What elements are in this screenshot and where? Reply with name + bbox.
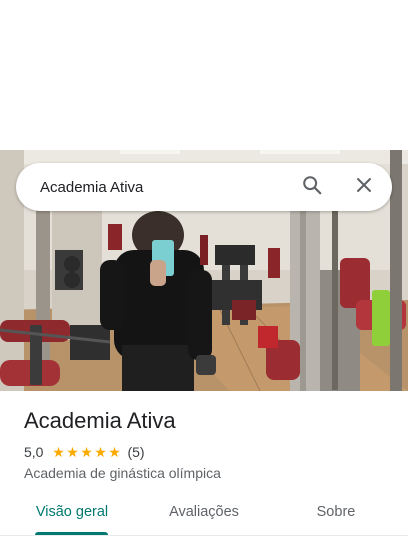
star-icon: ★: [66, 443, 79, 460]
place-title: Academia Ativa: [24, 408, 176, 433]
star-icon: ★: [108, 443, 121, 460]
star-icon: ★: [94, 443, 107, 460]
tab-overview[interactable]: Visão geral: [28, 494, 116, 530]
close-icon: [355, 176, 373, 199]
rating-row[interactable]: 5,0 ★ ★ ★ ★ ★ (5): [24, 443, 394, 461]
search-input[interactable]: Academia Ativa: [40, 179, 292, 196]
star-icon: ★: [52, 443, 65, 460]
review-count[interactable]: (5): [127, 444, 144, 460]
rating-stars: ★ ★ ★ ★ ★: [51, 444, 121, 461]
search-bar[interactable]: Academia Ativa: [16, 163, 392, 211]
star-icon: ★: [80, 443, 93, 460]
tab-about[interactable]: Sobre: [302, 494, 370, 530]
tab-reviews[interactable]: Avaliações: [158, 494, 250, 530]
place-sheet: Academia Ativa Academia Ativa 5,0 ★ ★ ★ …: [0, 0, 408, 542]
place-category[interactable]: Academia de ginástica olímpica: [24, 465, 394, 481]
search-button[interactable]: [292, 167, 332, 207]
rating-value: 5,0: [24, 444, 44, 460]
tabs-divider: [0, 535, 408, 536]
close-button[interactable]: [344, 167, 384, 207]
place-info: Academia Ativa 5,0 ★ ★ ★ ★ ★ (5) Academi…: [24, 406, 394, 481]
search-icon: [301, 174, 323, 201]
place-tabs: Visão geral Avaliações Sobre: [0, 494, 408, 542]
